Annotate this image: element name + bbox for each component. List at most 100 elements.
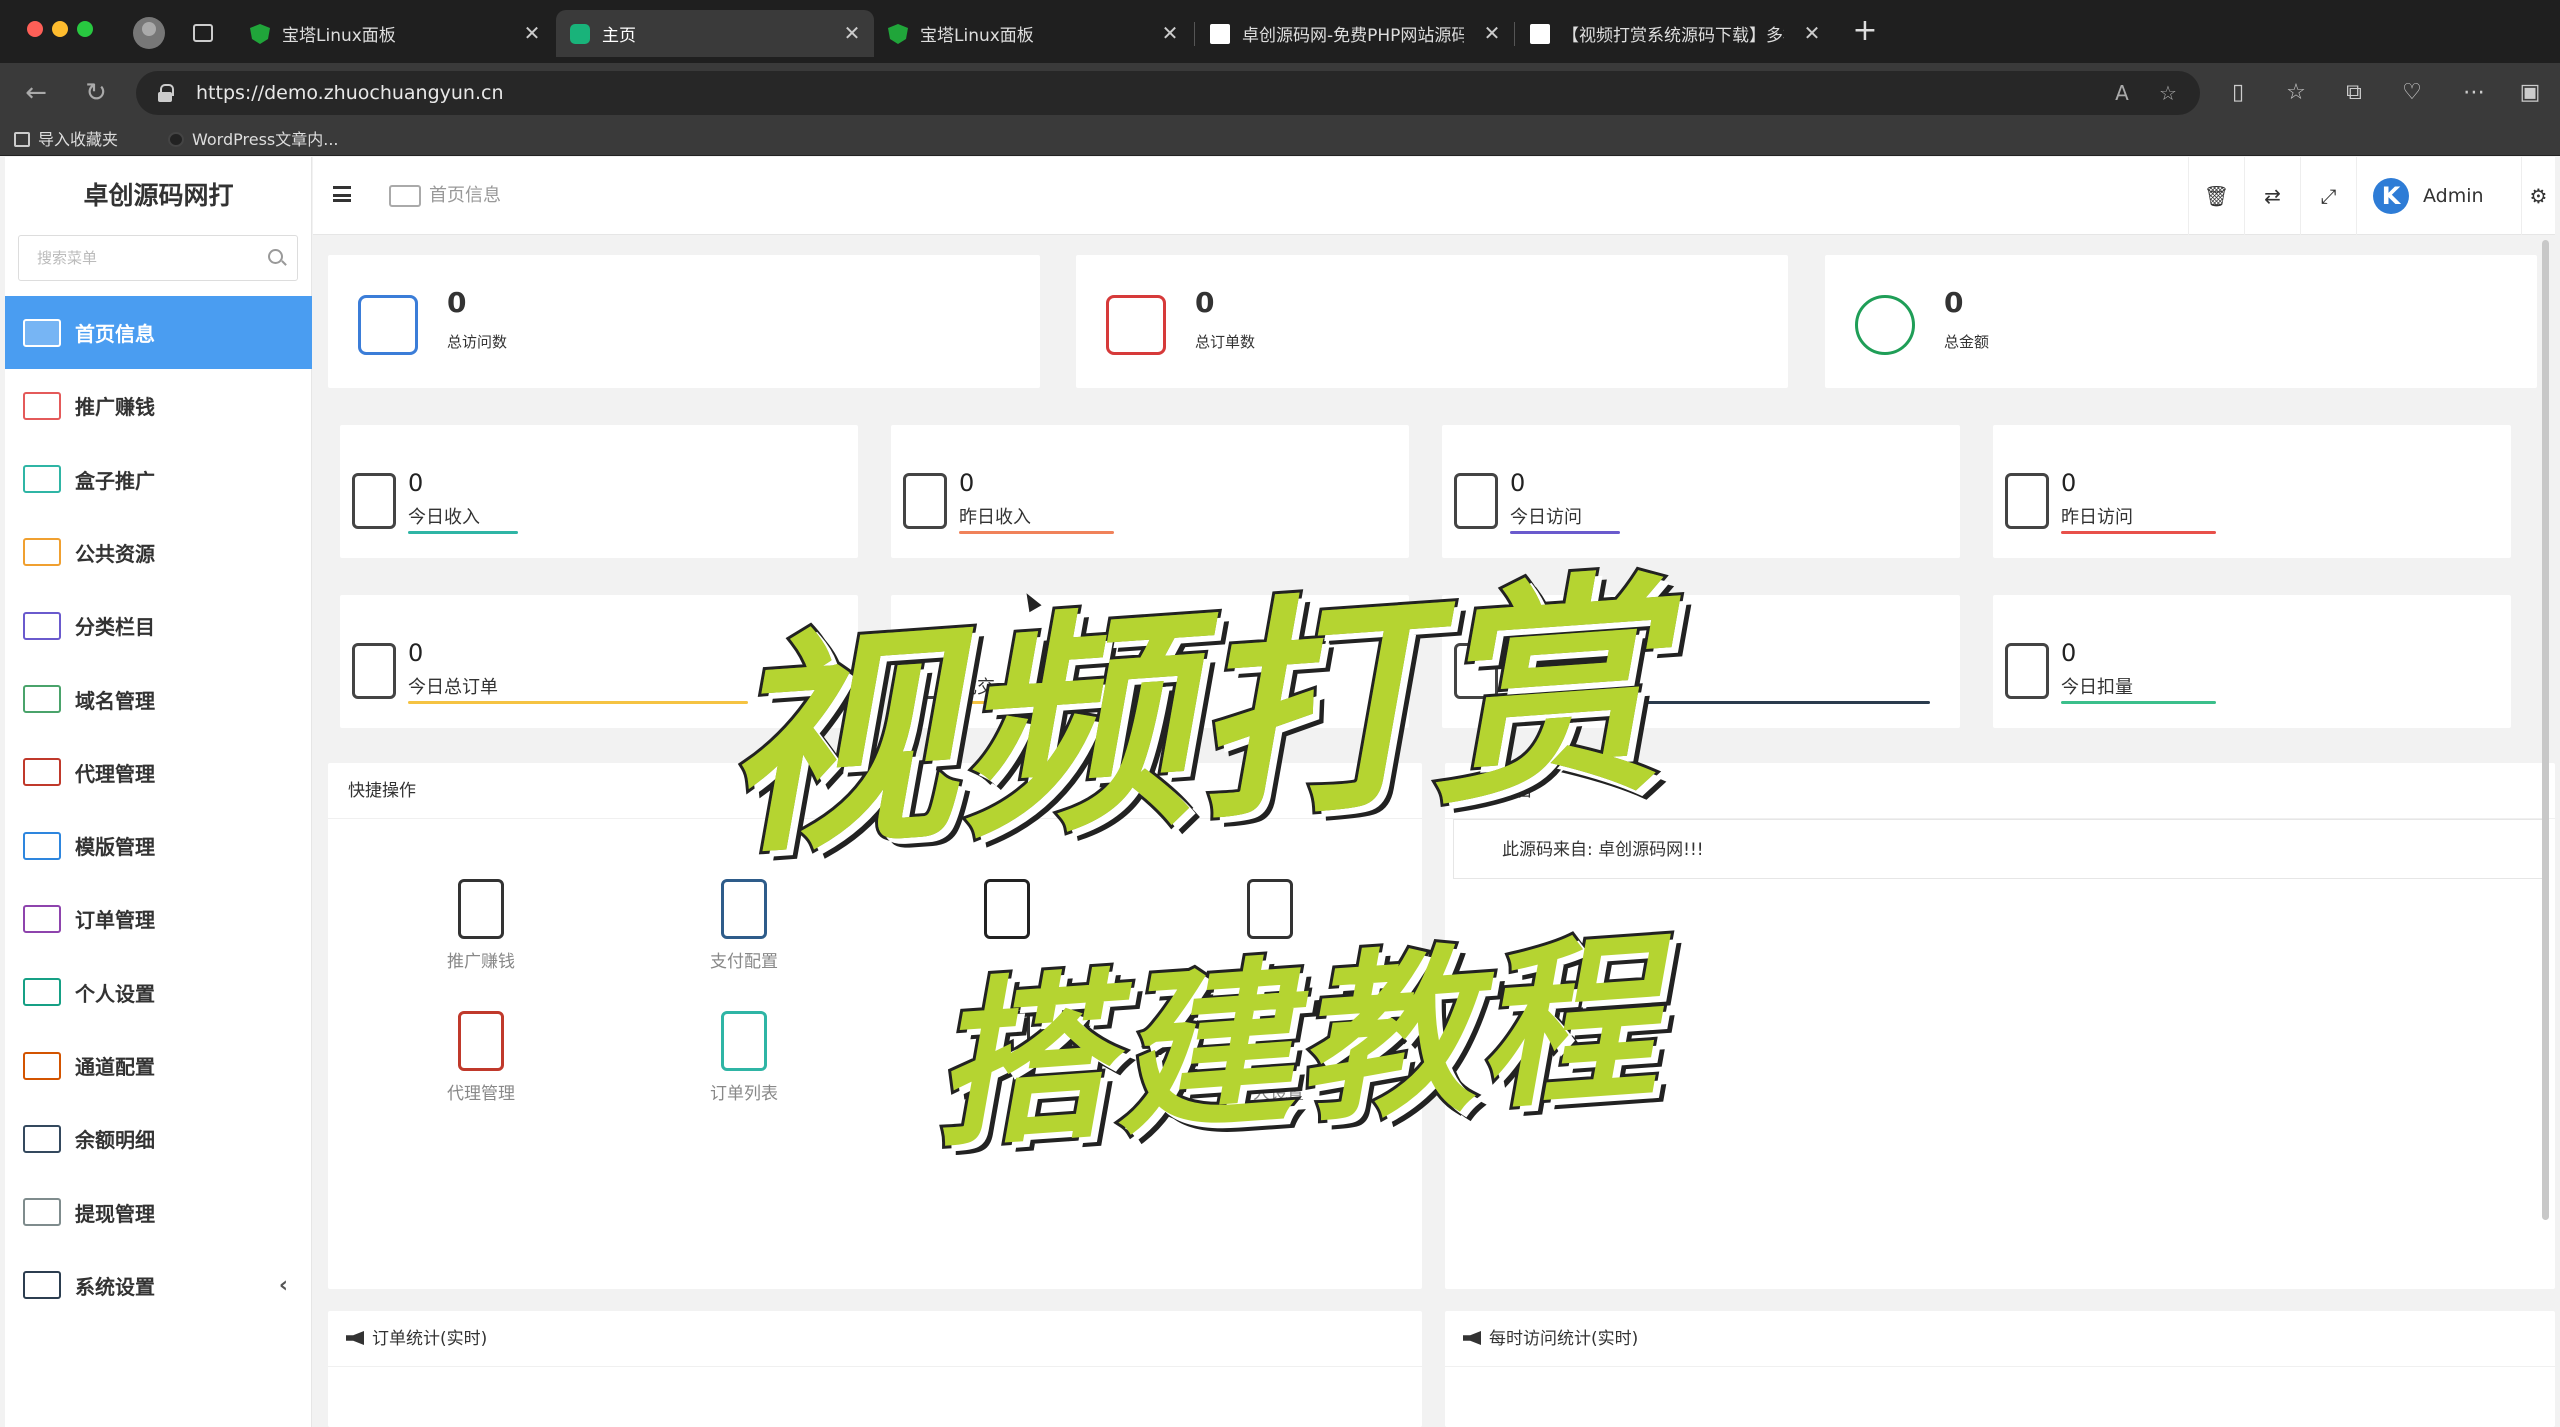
dashboard-icon	[23, 318, 61, 347]
template-icon	[23, 831, 61, 860]
sidebar-item[interactable]: 域名管理	[5, 663, 312, 736]
sidebar-item[interactable]: 系统设置 ‹	[5, 1249, 312, 1322]
site-icon	[1530, 24, 1550, 44]
stat-value: 0	[959, 469, 975, 497]
sidebar-item[interactable]: 模版管理	[5, 809, 312, 882]
browser-tab-active[interactable]: 主页 ✕	[556, 10, 874, 57]
sidebar-item-label: 提现管理	[75, 1201, 155, 1226]
extensions-icon[interactable]: ♡	[2394, 75, 2430, 111]
browser-tab[interactable]: 【视频打赏系统源码下载】多模板 ✕	[1516, 10, 1834, 57]
more-menu-icon[interactable]: ⋯	[2456, 75, 2492, 111]
sidebar-toggle-icon[interactable]: ▣	[2512, 75, 2548, 111]
stat-label: 昨日收入	[959, 507, 1031, 528]
sidebar-item[interactable]: 盒子推广	[5, 443, 312, 516]
quick-action[interactable]: 推广赚钱	[416, 879, 546, 989]
maximize-window-button[interactable]	[77, 21, 93, 37]
close-icon[interactable]: ✕	[1480, 21, 1504, 45]
sidebar-item[interactable]: 提现管理	[5, 1176, 312, 1249]
brand-title: 卓创源码网打	[83, 181, 234, 210]
back-arrow-icon[interactable]: ←	[18, 75, 54, 111]
search-icon[interactable]	[268, 249, 283, 264]
avatar: K	[2373, 178, 2409, 214]
sidebar-item[interactable]: 代理管理	[5, 736, 312, 809]
stat-value: 0	[447, 286, 467, 319]
overlay-title: 视频打赏	[708, 548, 1675, 889]
screen: 宝塔Linux面板 ✕ 主页 ✕ 宝塔Linux面板 ✕ 卓创源码网-免费PHP…	[0, 0, 2560, 1427]
bookmark-import[interactable]: 导入收藏夹	[10, 123, 118, 156]
browser-tab[interactable]: 宝塔Linux面板 ✕	[874, 10, 1192, 57]
sidebar-item-label: 首页信息	[75, 322, 155, 346]
sidebar: 卓创源码网打 搜索菜单 首页信息推广赚钱盒子推广公共资源 分类栏目 域名管理 代理管理…	[5, 157, 312, 1427]
tab-title: 主页	[602, 26, 636, 46]
sidebar-item-label: 盒子推广	[75, 468, 155, 493]
collections-icon[interactable]: ⧉	[2336, 75, 2372, 111]
address-bar[interactable]: https://demo.zhuochuangyun.cn A ☆	[136, 71, 2200, 115]
sidebar-item-label: 订单管理	[75, 908, 155, 933]
import-icon	[14, 132, 30, 147]
sidebar-item[interactable]: 公共资源	[5, 516, 312, 589]
sidebar-item[interactable]: 订单管理	[5, 882, 312, 955]
list-icon	[23, 611, 61, 640]
tab-title: 宝塔Linux面板	[282, 26, 396, 46]
sidebar-item[interactable]: 通道配置	[5, 1029, 312, 1102]
tab-title: 【视频打赏系统源码下载】多模板	[1562, 26, 1784, 46]
stat-label: 昨日访问	[2061, 507, 2133, 528]
stat-label: 总访问数	[447, 333, 508, 351]
site-icon	[1210, 24, 1230, 44]
sidebar-item[interactable]: 余额明细	[5, 1102, 312, 1175]
stat-card: 0 总订单数	[1076, 255, 1788, 388]
scrollbar[interactable]	[2542, 240, 2549, 1220]
fullscreen-icon[interactable]: ⤢	[2300, 157, 2356, 235]
stat-underline	[2061, 701, 2216, 704]
tab-actions-icon[interactable]	[193, 24, 213, 42]
sidebar-item[interactable]: 分类栏目	[5, 589, 312, 662]
visitors-icon	[358, 295, 418, 355]
settings-gear-icon[interactable]: ⚙	[2521, 157, 2555, 235]
translate-icon[interactable]: ⇄	[2244, 157, 2300, 235]
panel-title: 每时访问统计(实时)	[1489, 1329, 1639, 1349]
close-icon[interactable]: ✕	[520, 21, 544, 45]
sidebar-item-label: 余额明细	[75, 1128, 155, 1153]
new-tab-button[interactable]: +	[1847, 14, 1883, 50]
panel-header: 每时访问统计(实时)	[1445, 1311, 2555, 1367]
stat-value: 0	[1944, 286, 1964, 319]
sidebar-item-label: 通道配置	[75, 1055, 155, 1079]
quick-action[interactable]: 代理管理	[416, 1011, 546, 1121]
breadcrumb[interactable]: 首页信息	[429, 157, 501, 235]
quick-action-label: 订单列表	[710, 1084, 778, 1104]
browser-tab[interactable]: 卓创源码网-免费PHP网站源码模板 ✕	[1196, 10, 1514, 57]
expand-caret-icon[interactable]: ‹	[279, 1273, 288, 1298]
favorites-icon[interactable]: ☆	[2278, 75, 2314, 111]
stat-value: 0	[1510, 469, 1526, 497]
browser-tab[interactable]: 宝塔Linux面板 ✕	[236, 10, 554, 57]
close-icon[interactable]: ✕	[840, 21, 864, 45]
url-text[interactable]: https://demo.zhuochuangyun.cn	[196, 71, 504, 115]
bookmark-wordpress[interactable]: WordPress文章内...	[164, 123, 339, 156]
profile-icon[interactable]	[133, 17, 165, 49]
home-icon	[389, 185, 421, 207]
close-icon[interactable]: ✕	[1800, 21, 1824, 45]
quick-action[interactable]: 订单列表	[679, 1011, 809, 1121]
sidebar-item[interactable]: 推广赚钱	[5, 369, 312, 442]
sidebar-item[interactable]: 个人设置	[5, 956, 312, 1029]
reload-icon[interactable]: ↻	[78, 75, 114, 111]
mini-stat-card: 0 今日扣量	[1993, 595, 2511, 728]
minimize-window-button[interactable]	[52, 21, 68, 37]
sidebar-item[interactable]: 首页信息	[5, 296, 312, 369]
menu-toggle-icon[interactable]	[333, 186, 351, 202]
stat-value: 0	[408, 639, 424, 667]
close-window-button[interactable]	[27, 21, 43, 37]
split-screen-icon[interactable]: ▯	[2220, 75, 2256, 111]
income-icon	[352, 473, 396, 529]
order-doc-icon	[352, 643, 396, 699]
tab-title: 宝塔Linux面板	[920, 26, 1034, 46]
star-icon[interactable]: ☆	[2150, 75, 2186, 111]
read-aloud-icon[interactable]: A	[2104, 75, 2140, 111]
people-icon	[903, 473, 947, 529]
close-icon[interactable]: ✕	[1158, 21, 1182, 45]
menu-search-input[interactable]: 搜索菜单	[18, 235, 298, 281]
clear-cache-icon[interactable]: 🗑	[2188, 157, 2244, 235]
visits-chart-panel: 每时访问统计(实时)	[1445, 1311, 2555, 1427]
user-menu[interactable]: K Admin	[2356, 157, 2520, 235]
browser-tab-bar: 宝塔Linux面板 ✕ 主页 ✕ 宝塔Linux面板 ✕ 卓创源码网-免费PHP…	[0, 0, 2560, 63]
